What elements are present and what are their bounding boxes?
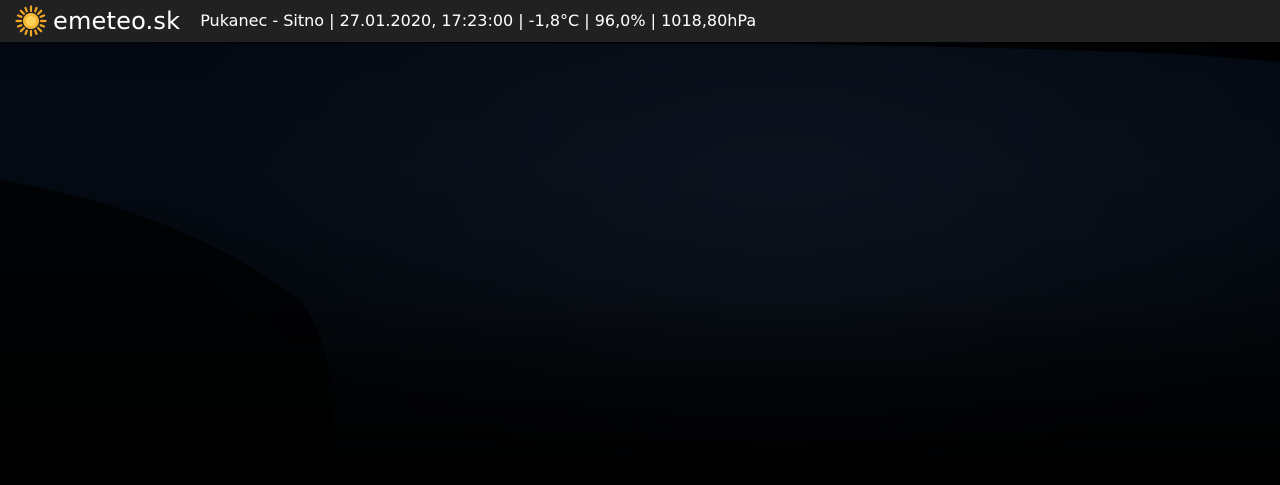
night-landscape: [0, 42, 1280, 485]
weather-caption: Pukanec - Sitno | 27.01.2020, 17:23:00 |…: [200, 11, 757, 30]
webcam-image: emeteo.sk Pukanec - Sitno | 27.01.2020, …: [0, 0, 1280, 485]
sun-icon: [15, 5, 47, 37]
brand-name: emeteo.sk: [53, 7, 181, 35]
webcam-caption-bar: emeteo.sk Pukanec - Sitno | 27.01.2020, …: [0, 0, 1280, 42]
brand-logo[interactable]: emeteo.sk: [15, 5, 180, 37]
